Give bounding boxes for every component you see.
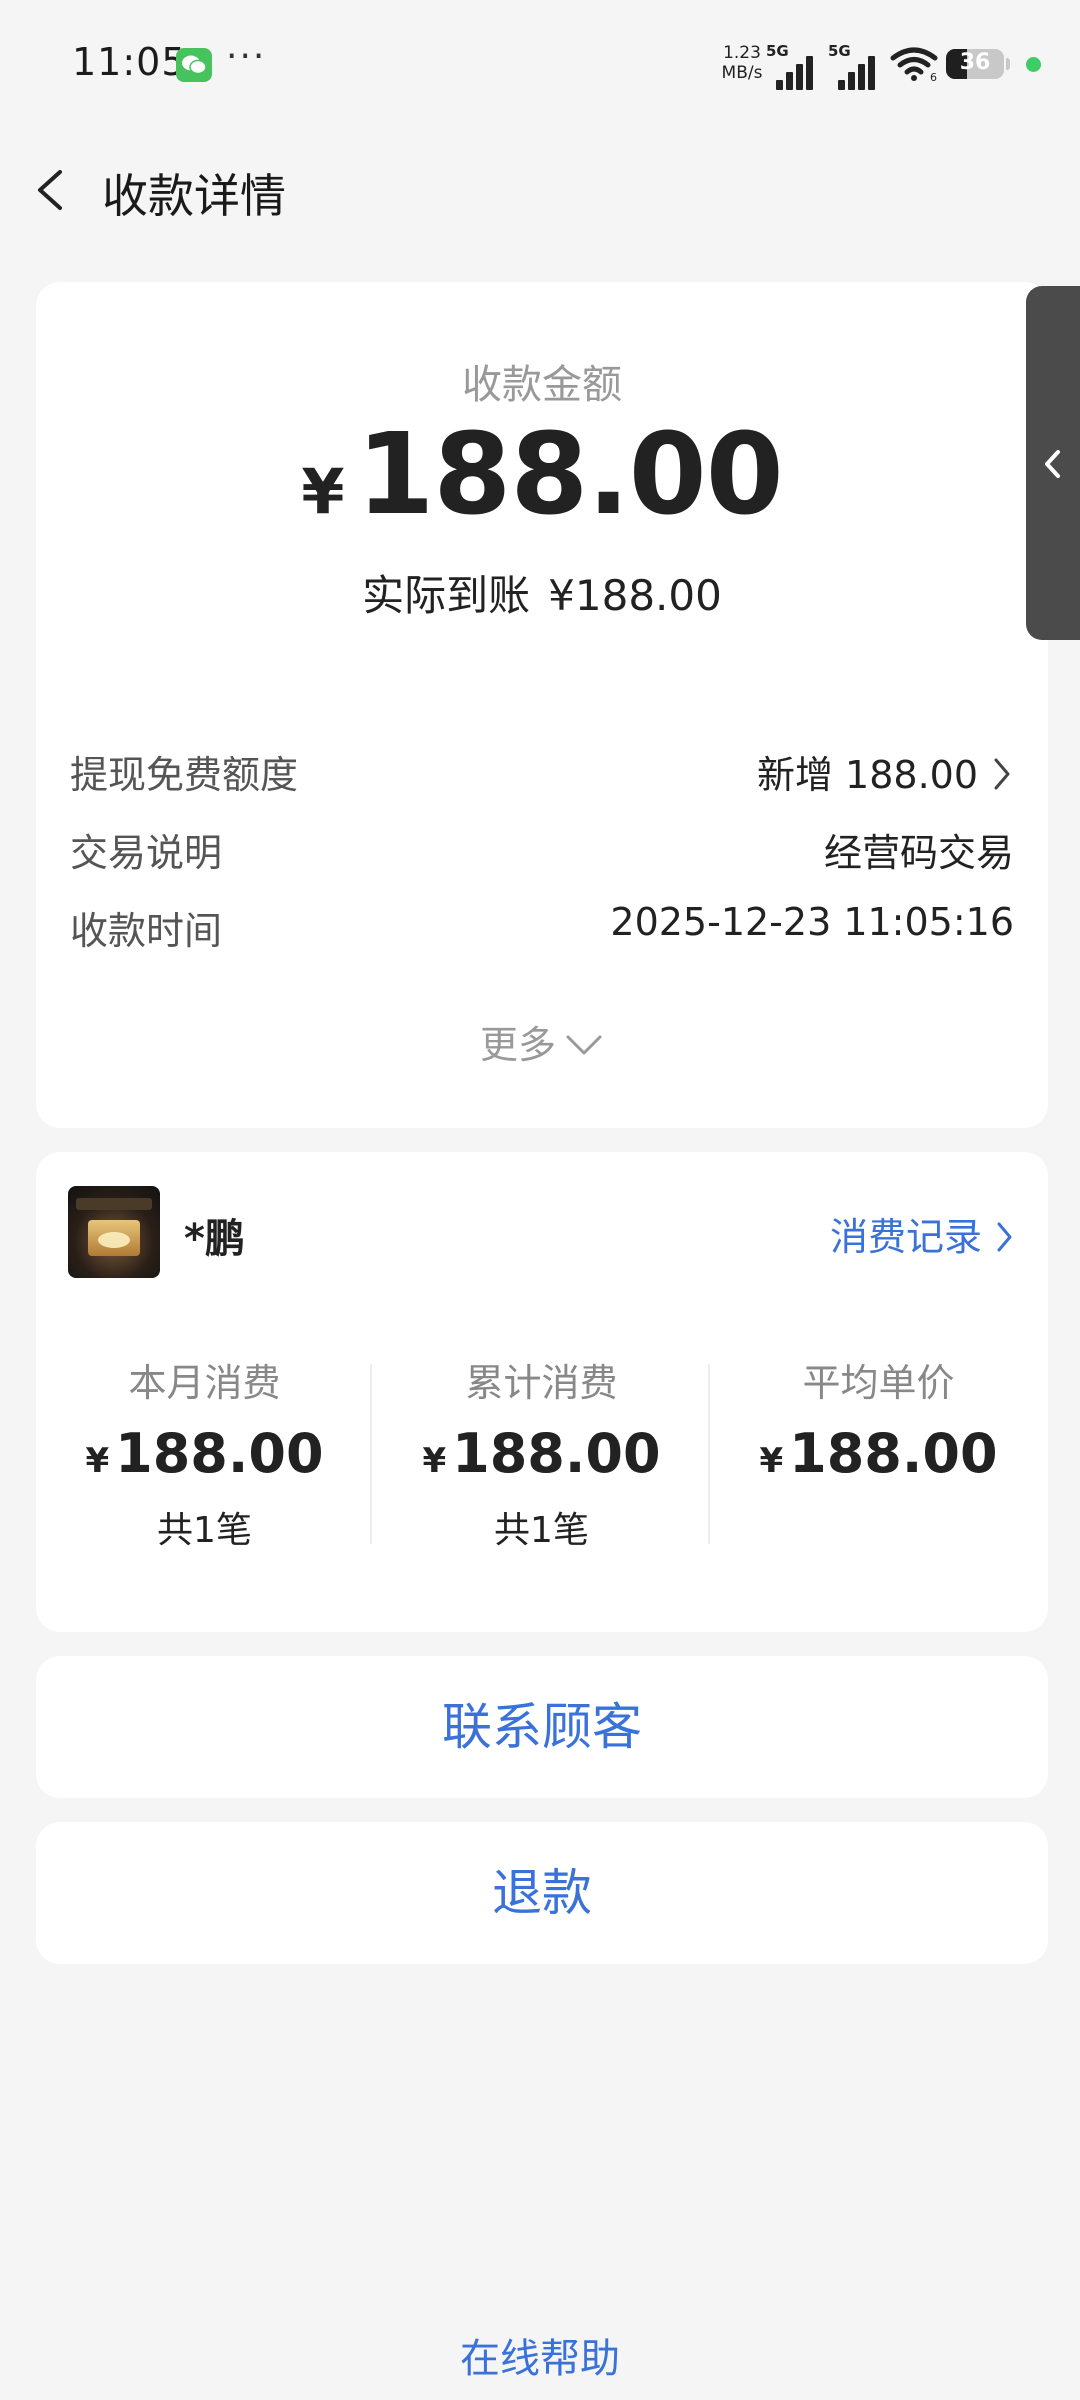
stat-label: 本月消费 bbox=[128, 1361, 281, 1405]
network-speed: 1.23 MB/s bbox=[716, 43, 768, 83]
online-help-link[interactable]: 在线帮助 bbox=[0, 2326, 1080, 2384]
status-indicator-dot bbox=[1026, 57, 1041, 72]
signal-bars-icon bbox=[776, 50, 820, 90]
consumption-records-label: 消费记录 bbox=[829, 1215, 982, 1259]
amount-display: ¥188.00 bbox=[36, 410, 1048, 540]
status-time: 11:05 bbox=[72, 40, 187, 84]
battery-level: 36 bbox=[959, 50, 991, 75]
avatar bbox=[68, 1186, 160, 1278]
amount-label: 收款金额 bbox=[462, 362, 622, 408]
currency-symbol: ¥ bbox=[301, 455, 345, 528]
stat-count: 共1笔 bbox=[494, 1510, 589, 1551]
detail-row-time: 收款时间 2025-12-23 11:05:16 bbox=[70, 900, 1014, 960]
network-speed-unit: MB/s bbox=[721, 63, 763, 83]
chevron-right-icon bbox=[997, 1222, 1012, 1251]
more-notifications-icon: ··· bbox=[226, 36, 267, 77]
detail-key: 收款时间 bbox=[70, 909, 223, 953]
back-button[interactable] bbox=[26, 162, 82, 218]
stat-month: 本月消费 ¥188.00 共1笔 bbox=[36, 1352, 373, 1553]
more-label: 更多 bbox=[479, 1023, 556, 1067]
signal-bars-icon bbox=[838, 50, 882, 90]
customer-name: *鹏 bbox=[184, 1216, 245, 1262]
chevron-right-icon bbox=[994, 758, 1010, 790]
stat-value: ¥188.00 bbox=[710, 1422, 1047, 1485]
actual-received: 实际到账 ¥188.00 bbox=[36, 562, 1048, 623]
customer-card: *鹏 消费记录 本月消费 ¥188.00 共1笔 累计消费 ¥188.00 共1… bbox=[36, 1152, 1048, 1632]
wifi-icon: 6 bbox=[890, 46, 938, 86]
amount-value: 188.00 bbox=[356, 410, 783, 540]
consumption-records-link[interactable]: 消费记录 bbox=[830, 1206, 1016, 1261]
more-button[interactable]: 更多 bbox=[36, 1014, 1048, 1074]
detail-key: 提现免费额度 bbox=[70, 753, 299, 797]
consumption-stats: 本月消费 ¥188.00 共1笔 累计消费 ¥188.00 共1笔 平均单价 ¥… bbox=[36, 1352, 1048, 1552]
stat-value: ¥188.00 bbox=[373, 1422, 710, 1485]
network-speed-value: 1.23 bbox=[723, 43, 761, 63]
stat-amount: 188.00 bbox=[789, 1422, 998, 1485]
detail-value: 经营码交易 bbox=[823, 831, 1014, 875]
page-title: 收款详情 bbox=[102, 169, 286, 223]
refund-button[interactable]: 退款 bbox=[36, 1822, 1048, 1964]
detail-value: 新增 188.00 bbox=[756, 753, 978, 797]
detail-row-free-quota[interactable]: 提现免费额度 新增 188.00 bbox=[70, 744, 1014, 804]
stat-amount: 188.00 bbox=[452, 1422, 661, 1485]
detail-key: 交易说明 bbox=[70, 831, 223, 875]
stat-total: 累计消费 ¥188.00 共1笔 bbox=[373, 1352, 710, 1553]
status-bar: 11:05 ··· 1.23 MB/s 5G 5G 6 36 bbox=[0, 0, 1080, 130]
wifi-sub-label: 6 bbox=[930, 71, 937, 82]
battery-tip bbox=[1006, 58, 1010, 70]
stat-label: 平均单价 bbox=[802, 1361, 955, 1405]
stat-divider bbox=[708, 1364, 710, 1544]
stat-average: 平均单价 ¥188.00 bbox=[710, 1352, 1047, 1501]
chevron-down-icon bbox=[566, 1035, 602, 1054]
battery-icon: 36 bbox=[946, 49, 1004, 79]
stat-currency: ¥ bbox=[422, 1441, 447, 1481]
stat-currency: ¥ bbox=[85, 1441, 110, 1481]
side-panel-handle[interactable] bbox=[1026, 286, 1080, 640]
stat-currency: ¥ bbox=[759, 1441, 784, 1481]
stat-label: 累计消费 bbox=[465, 1361, 618, 1405]
detail-row-description: 交易说明 经营码交易 bbox=[70, 822, 1014, 882]
stat-amount: 188.00 bbox=[115, 1422, 324, 1485]
stat-divider bbox=[370, 1364, 372, 1544]
actual-received-value: ¥188.00 bbox=[548, 571, 722, 620]
actual-received-label: 实际到账 bbox=[362, 571, 531, 620]
detail-value: 2025-12-23 11:05:16 bbox=[610, 900, 1014, 944]
stat-value: ¥188.00 bbox=[36, 1422, 373, 1485]
chevron-left-icon bbox=[1045, 450, 1060, 478]
contact-customer-button[interactable]: 联系顾客 bbox=[36, 1656, 1048, 1798]
stat-count: 共1笔 bbox=[157, 1510, 252, 1551]
chevron-left-icon bbox=[38, 170, 62, 210]
nav-bar: 收款详情 bbox=[0, 140, 1080, 240]
payment-summary-card: 收款金额 ¥188.00 实际到账 ¥188.00 提现免费额度 新增 188.0… bbox=[36, 282, 1048, 1128]
wechat-icon bbox=[176, 48, 212, 82]
